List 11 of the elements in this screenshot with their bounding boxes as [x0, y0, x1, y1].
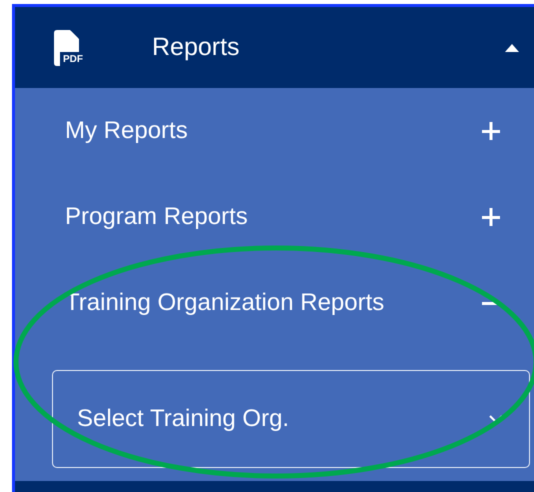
menu-title: Reports: [152, 33, 241, 62]
select-field[interactable]: Select Training Org.: [52, 370, 530, 468]
menu-item[interactable]: My Reports: [15, 88, 534, 174]
menu-item-label: Program Reports: [65, 203, 249, 231]
chevron-down-icon: [488, 414, 504, 424]
menu-header[interactable]: PDF Reports: [15, 7, 534, 88]
menu-item-label: My Reports: [65, 117, 189, 145]
menu-item-label: Training Organization Reports: [65, 289, 386, 317]
menu-item[interactable]: Training Organization Reports: [15, 260, 534, 346]
file-type-label: PDF: [62, 54, 84, 64]
menu-item[interactable]: Program Reports: [15, 174, 534, 260]
